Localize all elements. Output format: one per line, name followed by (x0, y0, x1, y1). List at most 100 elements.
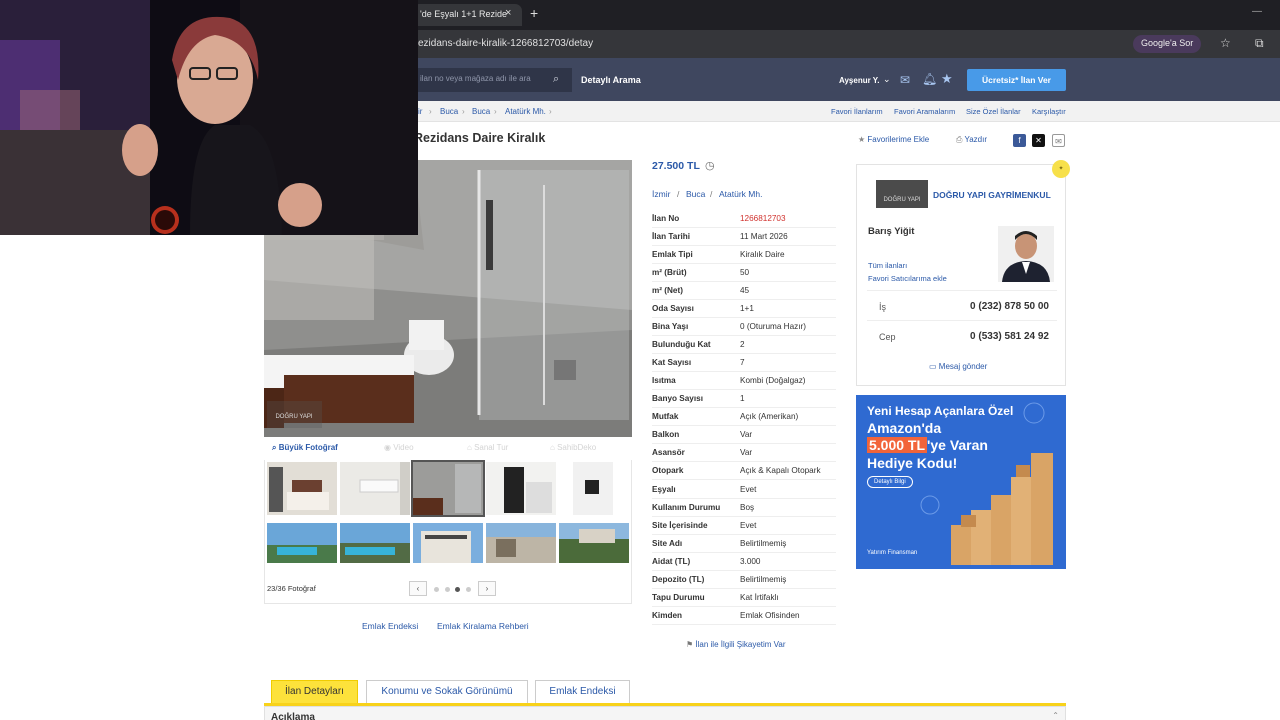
thumbnail[interactable] (340, 462, 410, 515)
pager-dot[interactable] (466, 587, 471, 592)
detail-value: 45 (740, 286, 750, 295)
tab-location-street[interactable]: Konumu ve Sokak Görünümü (366, 680, 528, 703)
pager-dot[interactable] (434, 587, 439, 592)
location-sep: / (677, 189, 680, 199)
thumbnail[interactable] (486, 462, 556, 515)
favorites-star-icon[interactable]: ★ (941, 71, 953, 87)
facebook-icon[interactable]: f (1013, 134, 1026, 147)
detail-label: Oda Sayısı (652, 304, 694, 313)
agency-name-link[interactable]: DOĞRU YAPI GAYRİMENKUL (933, 190, 1051, 200)
chevron-up-icon[interactable]: ⌃ (1052, 711, 1059, 720)
report-listing-label: İlan ile İlgili Şikayetim Var (695, 640, 786, 649)
detail-row: Bulunduğu Kat 2 (652, 336, 836, 354)
location-neighborhood[interactable]: Atatürk Mh. (719, 189, 762, 199)
detailed-search-link[interactable]: Detaylı Arama (581, 75, 641, 85)
description-label: Açıklama (271, 712, 315, 720)
special-ads-link[interactable]: Size Özel İlanlar (966, 107, 1021, 116)
bookmark-star-icon[interactable]: ☆ (1220, 36, 1231, 50)
detail-value: Emlak Ofisinden (740, 611, 800, 620)
detail-row: Balkon Var (652, 426, 836, 444)
description-header[interactable]: Açıklama ⌃ (264, 706, 1066, 720)
real-estate-index-link[interactable]: Emlak Endeksi (362, 621, 418, 631)
price-history-icon[interactable]: ◷ (705, 159, 715, 172)
tab-large-photo[interactable]: ⌕ Büyük Fotoğraf (272, 443, 338, 453)
banner-brand: Yatırım Finansman (867, 550, 918, 556)
search-icon[interactable]: ⌕ (553, 73, 559, 86)
detail-row: Otopark Açık & Kapalı Otopark (652, 462, 836, 480)
breadcrumb-item[interactable]: ir (418, 107, 422, 116)
all-ads-link[interactable]: Tüm ilanları (868, 261, 907, 270)
add-favorite-link[interactable]: ★ Favorilerime Ekle (858, 135, 929, 144)
pager-dot-active[interactable] (455, 587, 460, 592)
detail-row: İlan Tarihi 11 Mart 2026 (652, 228, 836, 246)
thumbnail[interactable] (486, 523, 556, 576)
breadcrumb-sep: › (429, 107, 432, 116)
detail-row: Tapu Durumu Kat İrtifaklı (652, 589, 836, 607)
thumbnail[interactable] (267, 462, 337, 515)
tab-close-icon[interactable]: × (505, 7, 511, 19)
compare-link[interactable]: Karşılaştır (1032, 107, 1066, 116)
thumbnail[interactable] (559, 462, 629, 515)
price: 27.500 TL (652, 160, 700, 172)
prev-photo-button[interactable]: ‹ (409, 581, 427, 596)
detail-value: 3.000 (740, 557, 761, 566)
tab-listing-details[interactable]: İlan Detayları (271, 680, 358, 703)
phone-number[interactable]: 0 (533) 581 24 92 (970, 331, 1049, 342)
ad-banner[interactable]: Yeni Hesap Açanlara Özel Amazon'da 5.000… (856, 395, 1066, 569)
detail-label: Depozito (TL) (652, 575, 705, 584)
agency-logo[interactable]: DOĞRU YAPI (876, 180, 928, 208)
breadcrumb-item[interactable]: Buca (440, 107, 458, 116)
extensions-icon[interactable]: ⧉ (1255, 36, 1264, 51)
phone-number[interactable]: 0 (232) 878 50 00 (970, 301, 1049, 312)
thumbnail[interactable] (413, 523, 483, 576)
thumbnail[interactable] (267, 523, 337, 576)
tab-video[interactable]: ◉ Video (384, 443, 414, 452)
bell-icon[interactable]: 🔔︎ (922, 72, 937, 86)
print-link[interactable]: ⎙ Yazdır (956, 135, 987, 145)
thumbnail[interactable] (559, 523, 629, 576)
next-photo-button[interactable]: › (478, 581, 496, 596)
phone-label: İş (879, 302, 887, 312)
thumbnail-selected[interactable] (411, 460, 485, 517)
detail-row: Mutfak Açık (Amerikan) (652, 408, 836, 426)
location-city[interactable]: İzmir (652, 189, 670, 199)
detail-value: Evet (740, 485, 757, 494)
mail-icon[interactable]: ✉ (900, 73, 910, 87)
banner-details-button[interactable]: Detaylı Bilgi (867, 476, 913, 488)
favorite-seller-link[interactable]: Favori Satıcılarıma ekle (868, 274, 947, 283)
detail-row: m² (Net) 45 (652, 282, 836, 300)
chevron-down-icon[interactable]: ⌄ (883, 74, 891, 85)
thumbnail[interactable] (340, 523, 410, 576)
detail-value: 1266812703 (740, 214, 786, 223)
user-menu[interactable]: Ayşenur Y. (839, 76, 879, 85)
detail-row: Eşyalı Evet (652, 481, 836, 499)
rental-guide-link[interactable]: Emlak Kiralama Rehberi (437, 621, 529, 631)
report-listing-link[interactable]: ⚑ İlan ile İlgili Şikayetim Var (686, 640, 786, 649)
webcam-video (0, 0, 418, 235)
breadcrumb-item[interactable]: Buca (472, 107, 490, 116)
tab-sahibdeko[interactable]: ⌂ SahibDeko (550, 443, 596, 452)
email-share-icon[interactable]: ✉ (1052, 134, 1065, 147)
breadcrumb-item[interactable]: Atatürk Mh. (505, 107, 546, 116)
detail-label: Tapu Durumu (652, 593, 705, 602)
seller-card: DOĞRU YAPI DOĞRU YAPI GAYRİMENKUL Barış … (856, 164, 1066, 386)
tab-video-label: Video (393, 443, 414, 452)
new-tab-icon[interactable]: + (530, 5, 538, 21)
location-district[interactable]: Buca (686, 189, 705, 199)
favorite-searches-link[interactable]: Favori Aramalarım (894, 107, 955, 116)
search-input[interactable]: ilan no veya mağaza adı ile ara (414, 68, 572, 92)
x-icon[interactable]: ✕ (1032, 134, 1045, 147)
post-ad-button[interactable]: Ücretsiz* İlan Ver (967, 69, 1066, 91)
tab-virtual-tour[interactable]: ⌂ Sanal Tur (467, 443, 508, 452)
tab-large-photo-label: Büyük Fotoğraf (278, 443, 338, 452)
phone-label: Cep (879, 332, 896, 342)
favorite-ads-link[interactable]: Favori İlanlarım (831, 107, 883, 116)
banner-highlight: 5.000 TL (867, 437, 928, 453)
send-message-button[interactable]: ▭ Mesaj gönder (929, 362, 987, 371)
tab-real-estate-index[interactable]: Emlak Endeksi (535, 680, 630, 703)
detail-value: 2 (740, 340, 745, 349)
url-field[interactable]: ezidans-daire-kiralik-1266812703/detay (418, 38, 593, 49)
google-ask-button[interactable]: Google'a Sor (1133, 35, 1202, 53)
pager-dot[interactable] (445, 587, 450, 592)
minimize-icon[interactable]: — (1252, 6, 1262, 17)
